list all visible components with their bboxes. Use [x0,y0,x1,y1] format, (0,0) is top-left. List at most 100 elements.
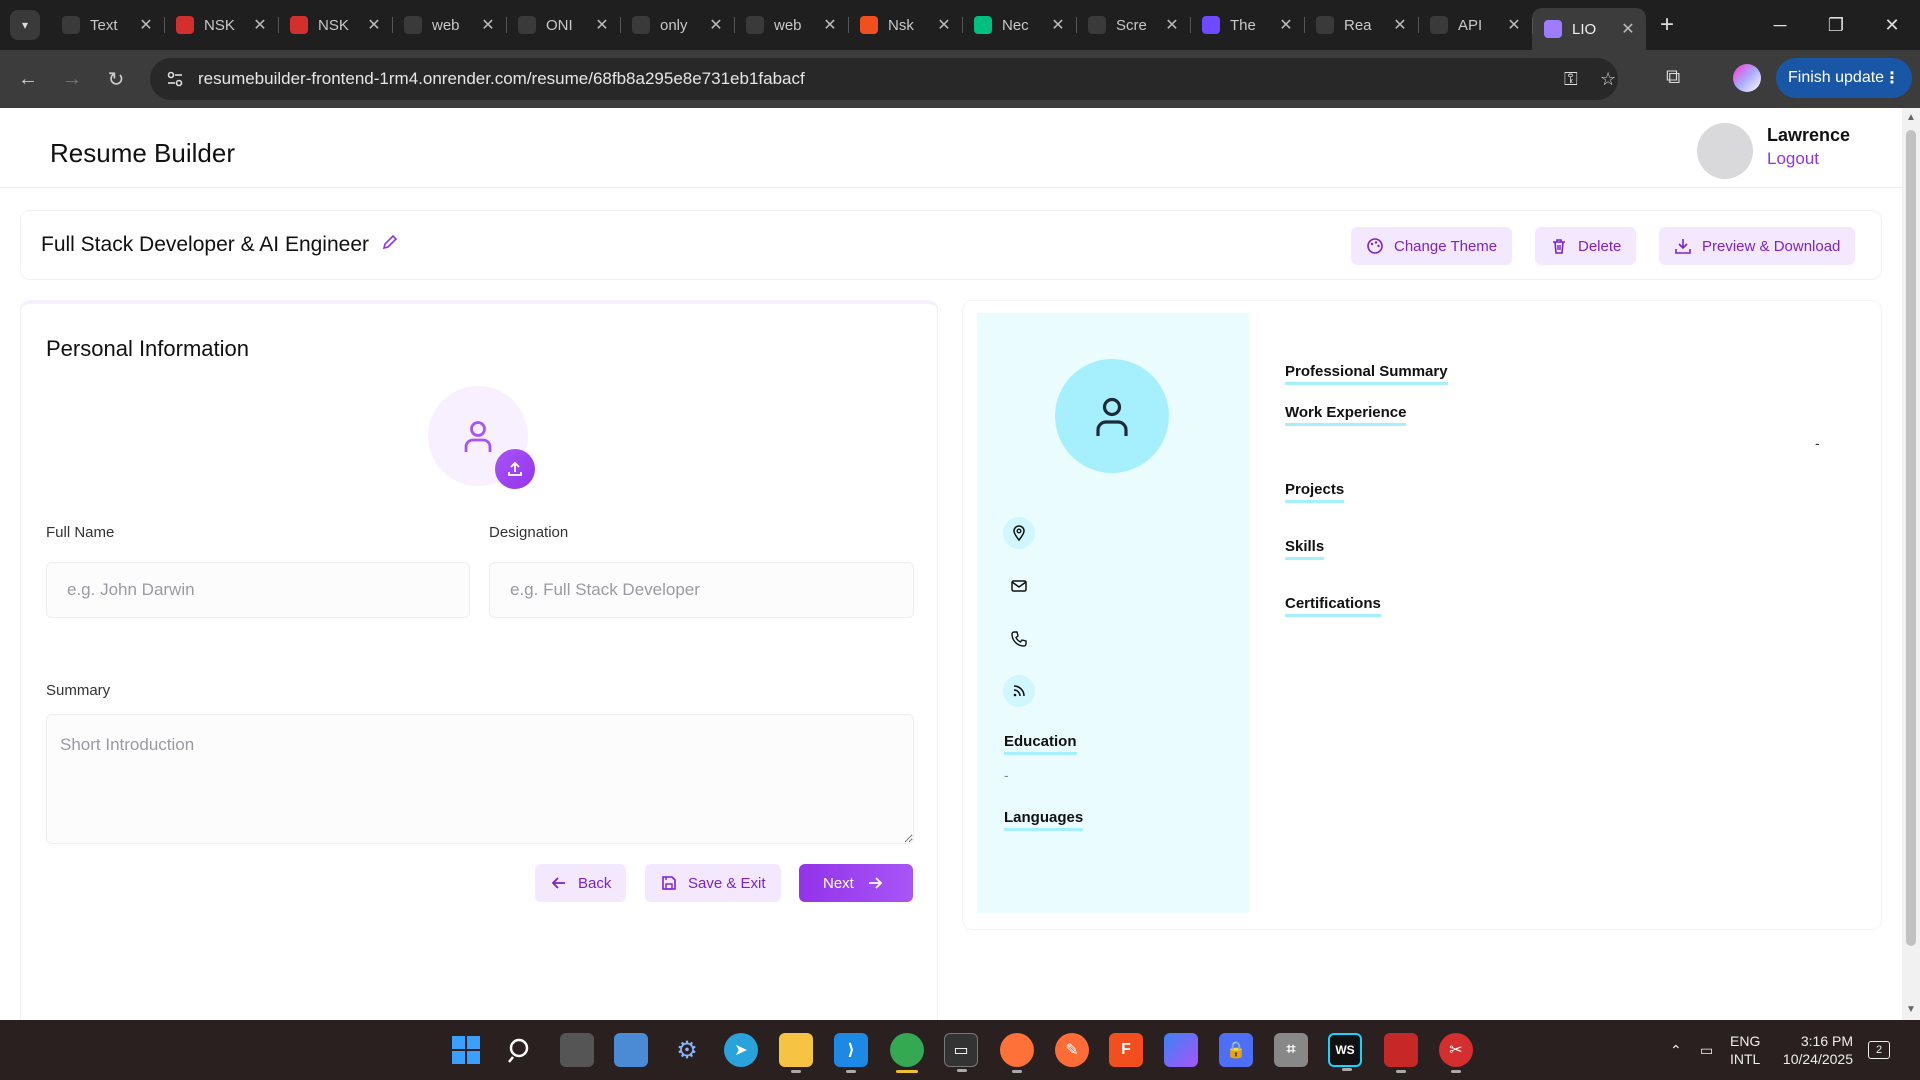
copilot-icon[interactable] [1164,1033,1198,1067]
forward-nav-button[interactable]: → [50,68,94,91]
page-scrollbar[interactable]: ▲ ▼ [1902,108,1920,1020]
save-exit-button[interactable]: Save & Exit [645,864,781,902]
browser-tab[interactable]: Text ✕ [50,7,164,43]
browser-tab[interactable]: only ✕ [620,7,734,43]
close-tab-icon[interactable]: ✕ [252,15,268,35]
change-theme-button[interactable]: Change Theme [1351,227,1513,265]
browser-tab-strip: ▾ Text ✕ NSK ✕ NSK ✕ web ✕ ONI ✕ only ✕ web ✕ Nsk ✕ Nec ✕… [0,0,1920,50]
upload-photo-button[interactable] [495,449,535,489]
new-tab-button[interactable]: + [1660,11,1674,39]
tab-title: NSK [204,16,235,34]
clock[interactable]: 3:16 PM 10/24/2025 [1783,1020,1853,1080]
personal-info-form: Personal Information Full Name Designati… [20,300,938,1020]
bookmark-star-icon[interactable]: ☆ [1600,69,1616,90]
brand-title[interactable]: Resume Builder [50,138,235,169]
close-tab-icon[interactable]: ✕ [138,15,154,35]
calculator-icon[interactable]: ⌗ [1274,1033,1308,1067]
winrar-icon[interactable] [1384,1033,1418,1073]
notifications-icon[interactable]: 2 [1868,1020,1890,1080]
close-tab-icon[interactable]: ✕ [936,15,952,35]
back-button[interactable]: Back [535,864,627,902]
webstorm-icon[interactable]: WS [1328,1033,1362,1071]
lock-app-icon[interactable]: 🔒 [1219,1033,1253,1067]
browser-tab[interactable]: Rea ✕ [1304,7,1418,43]
close-tab-icon[interactable]: ✕ [1164,15,1180,35]
site-info-icon[interactable] [166,70,184,88]
telegram-icon[interactable]: ➤ [724,1033,758,1067]
scroll-down-arrow[interactable]: ▼ [1906,1004,1916,1015]
figma-icon[interactable]: F [1109,1033,1143,1067]
close-tab-icon[interactable]: ✕ [1506,15,1522,35]
professional-summary-heading: Professional Summary [1285,363,1448,385]
finish-update-button[interactable]: Finish update ⋮ [1776,58,1912,98]
browser-tab[interactable]: web ✕ [392,7,506,43]
back-nav-button[interactable]: ← [6,68,50,91]
profile-avatar[interactable] [1733,64,1761,92]
extensions-icon[interactable]: ⧉ [1666,66,1680,89]
postman-icon[interactable]: ✎ [1055,1033,1089,1067]
scroll-up-arrow[interactable]: ▲ [1906,112,1916,123]
task-view-icon[interactable] [560,1033,594,1067]
close-tab-icon[interactable]: ✕ [480,15,496,35]
browser-tab[interactable]: Nsk ✕ [848,7,962,43]
close-tab-icon[interactable]: ✕ [1620,19,1636,39]
file-explorer-icon[interactable] [779,1033,813,1073]
search-icon[interactable] [504,1033,538,1067]
snipping-tool-icon[interactable]: ✂ [1439,1033,1473,1073]
minimize-button[interactable]: ─ [1752,0,1808,50]
browser-tab[interactable]: ONI ✕ [506,7,620,43]
user-icon [464,421,492,452]
close-window-button[interactable]: ✕ [1864,0,1920,50]
browser-tab[interactable]: The ✕ [1190,7,1304,43]
browser-tab[interactable]: web ✕ [734,7,848,43]
github-icon [404,16,422,34]
scroll-thumb[interactable] [1906,130,1916,946]
browser-tab[interactable]: Scre ✕ [1076,7,1190,43]
close-tab-icon[interactable]: ✕ [594,15,610,35]
show-hidden-icons[interactable]: ⌃ [1670,1020,1682,1080]
browser-tab[interactable]: NSK ✕ [278,7,392,43]
battery-icon[interactable]: ▭ [1700,1020,1713,1080]
widgets-icon[interactable] [614,1033,648,1067]
user-avatar[interactable] [1697,123,1753,179]
tab-search-button[interactable]: ▾ [10,10,40,40]
more-menu-icon[interactable]: ⋮ [1884,68,1900,88]
browser-tab[interactable]: LIO ✕ [1532,8,1646,50]
terminal-icon[interactable]: ▭ [944,1033,978,1072]
skills-heading: Skills [1285,538,1325,560]
close-tab-icon[interactable]: ✕ [1392,15,1408,35]
delete-button[interactable]: Delete [1535,227,1637,265]
next-button[interactable]: Next [799,864,913,902]
settings-gear-icon[interactable]: ⚙ [670,1033,704,1067]
logout-link[interactable]: Logout [1767,149,1819,169]
close-tab-icon[interactable]: ✕ [1050,15,1066,35]
user-icon [1096,397,1128,436]
projects-heading: Projects [1285,481,1345,503]
chrome-icon[interactable] [890,1033,924,1073]
start-icon[interactable] [449,1033,483,1067]
browser-tab[interactable]: NSK ✕ [164,7,278,43]
full-name-input[interactable] [46,562,470,618]
tab-title: Rea [1344,16,1372,34]
work-experience-heading: Work Experience [1285,404,1407,426]
password-key-icon[interactable]: ⚿ [1564,69,1578,90]
summary-textarea[interactable] [46,714,914,844]
browser-tab[interactable]: API ✕ [1418,7,1532,43]
windows-taskbar: ⚙ ➤ ⟩ ▭ ✎ F 🔒 ⌗ WS ✂ ⌃ ▭ ENG INTL 3:16 P… [0,1020,1920,1080]
reload-button[interactable]: ↻ [94,67,138,92]
close-tab-icon[interactable]: ✕ [366,15,382,35]
address-bar[interactable]: resumebuilder-frontend-1rm4.onrender.com… [150,58,1618,100]
maximize-button[interactable]: ❐ [1808,0,1864,50]
vscode-icon[interactable]: ⟩ [834,1033,868,1073]
education-value: - [1004,767,1009,783]
firefox-icon[interactable] [1000,1033,1034,1073]
browser-tab[interactable]: Nec ✕ [962,7,1076,43]
close-tab-icon[interactable]: ✕ [708,15,724,35]
close-tab-icon[interactable]: ✕ [1278,15,1294,35]
language-indicator[interactable]: ENG INTL [1730,1020,1760,1080]
designation-input[interactable] [489,562,914,618]
close-tab-icon[interactable]: ✕ [822,15,838,35]
preview-download-button[interactable]: Preview & Download [1659,227,1856,265]
edit-pencil-icon[interactable] [381,233,399,256]
upload-icon [508,461,522,476]
